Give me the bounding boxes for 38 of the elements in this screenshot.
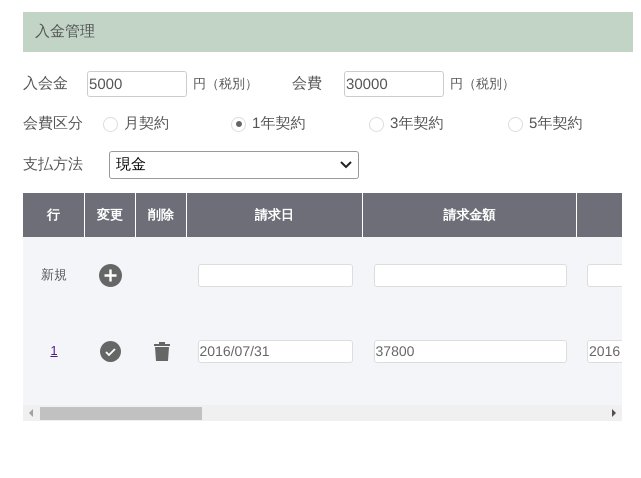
horizontal-scrollbar[interactable]: [23, 405, 622, 421]
unit-label: 円（税別）: [450, 75, 515, 94]
column-header: 請求日: [187, 193, 363, 237]
column-header: 削除: [136, 193, 187, 237]
payment-select[interactable]: 現金: [109, 151, 359, 179]
radio-label: 3年契約: [390, 114, 444, 134]
text-input[interactable]: 5000: [87, 71, 187, 97]
column-header: 行: [23, 193, 85, 237]
plus-circle-icon[interactable]: [99, 264, 122, 286]
unit-label: 円（税別）: [193, 75, 258, 94]
section-title: 入金管理: [35, 22, 95, 42]
radio-button[interactable]: [103, 116, 118, 132]
text-input[interactable]: [374, 264, 566, 286]
radio-label: 5年契約: [529, 114, 582, 134]
radio-button[interactable]: [231, 116, 246, 132]
text-input[interactable]: 2016/07/31: [198, 340, 352, 362]
radio-label: 1年契約: [252, 114, 306, 134]
scroll-right-icon[interactable]: [611, 409, 617, 417]
column-header: 変更: [85, 193, 136, 237]
field-label: 支払方法: [23, 154, 84, 175]
trash-icon[interactable]: [154, 342, 170, 360]
radio-label: 月契約: [124, 114, 169, 134]
column-header: 請求金額: [363, 193, 577, 237]
field-label: 会費区分: [23, 114, 84, 134]
text-input[interactable]: 30000: [344, 71, 444, 97]
text-input[interactable]: 37800: [374, 340, 566, 362]
text-input[interactable]: 2016: [587, 340, 622, 362]
text-input[interactable]: [198, 264, 352, 286]
scroll-left-icon[interactable]: [28, 409, 34, 417]
chevron-down-icon: [340, 161, 352, 169]
field-label: 入会金: [23, 74, 69, 94]
field-label: 会費: [292, 74, 323, 94]
check-circle-icon[interactable]: [100, 340, 121, 362]
radio-button[interactable]: [508, 116, 523, 132]
row-label: 新規: [41, 266, 67, 284]
scrollbar-thumb[interactable]: [40, 406, 202, 420]
radio-button[interactable]: [369, 116, 384, 132]
row-link[interactable]: 1: [50, 341, 58, 361]
